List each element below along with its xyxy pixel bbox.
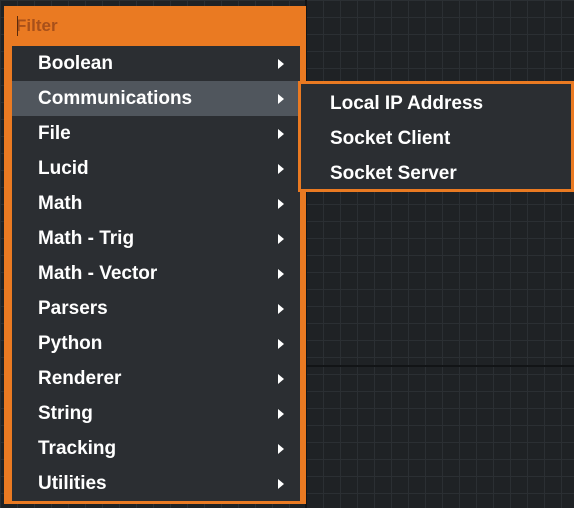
- submenu-item-label: Socket Client: [330, 127, 451, 149]
- menu-item-label: Communications: [38, 87, 193, 109]
- chevron-right-icon: [278, 94, 284, 104]
- chevron-right-icon: [278, 199, 284, 209]
- menu-item-label: Parsers: [38, 297, 108, 319]
- menu-item-label: Math - Vector: [38, 262, 158, 284]
- menu-item-math-trig[interactable]: Math - Trig: [12, 221, 300, 256]
- filter-input[interactable]: Filter: [12, 6, 300, 46]
- menu-item-boolean[interactable]: Boolean: [12, 46, 300, 81]
- menu-item-label: Boolean: [38, 52, 113, 74]
- menu-item-math[interactable]: Math: [12, 186, 300, 221]
- category-list: Boolean Communications File Lucid Math M…: [12, 46, 300, 501]
- canvas-divider-horizontal: [307, 365, 574, 367]
- menu-item-label: Math - Trig: [38, 227, 135, 249]
- submenu-item-socket-server[interactable]: Socket Server: [301, 156, 571, 191]
- menu-item-lucid[interactable]: Lucid: [12, 151, 300, 186]
- menu-item-tracking[interactable]: Tracking: [12, 431, 300, 466]
- menu-item-label: Python: [38, 332, 103, 354]
- chevron-right-icon: [278, 339, 284, 349]
- menu-item-label: Tracking: [38, 437, 117, 459]
- chevron-right-icon: [278, 374, 284, 384]
- menu-item-label: Lucid: [38, 157, 89, 179]
- chevron-right-icon: [278, 59, 284, 69]
- text-caret: [17, 16, 18, 36]
- node-menu: Filter Boolean Communications File Lucid…: [4, 6, 306, 504]
- menu-item-parsers[interactable]: Parsers: [12, 291, 300, 326]
- communications-submenu: Local IP Address Socket Client Socket Se…: [298, 81, 574, 192]
- menu-item-math-vector[interactable]: Math - Vector: [12, 256, 300, 291]
- chevron-right-icon: [278, 304, 284, 314]
- menu-item-string[interactable]: String: [12, 396, 300, 431]
- menu-item-file[interactable]: File: [12, 116, 300, 151]
- chevron-right-icon: [278, 269, 284, 279]
- menu-item-renderer[interactable]: Renderer: [12, 361, 300, 396]
- menu-item-communications[interactable]: Communications: [12, 81, 300, 116]
- chevron-right-icon: [278, 409, 284, 419]
- menu-item-python[interactable]: Python: [12, 326, 300, 361]
- menu-item-label: Utilities: [38, 472, 107, 494]
- submenu-item-label: Local IP Address: [330, 92, 484, 114]
- menu-item-label: Math: [38, 192, 83, 214]
- chevron-right-icon: [278, 129, 284, 139]
- menu-item-label: Renderer: [38, 367, 122, 389]
- menu-item-label: File: [38, 122, 71, 144]
- submenu-item-label: Socket Server: [330, 162, 457, 184]
- chevron-right-icon: [278, 479, 284, 489]
- chevron-right-icon: [278, 444, 284, 454]
- chevron-right-icon: [278, 234, 284, 244]
- menu-item-label: String: [38, 402, 93, 424]
- submenu-item-local-ip-address[interactable]: Local IP Address: [301, 86, 571, 121]
- chevron-right-icon: [278, 164, 284, 174]
- menu-item-utilities[interactable]: Utilities: [12, 466, 300, 501]
- submenu-item-socket-client[interactable]: Socket Client: [301, 121, 571, 156]
- filter-placeholder: Filter: [16, 16, 58, 35]
